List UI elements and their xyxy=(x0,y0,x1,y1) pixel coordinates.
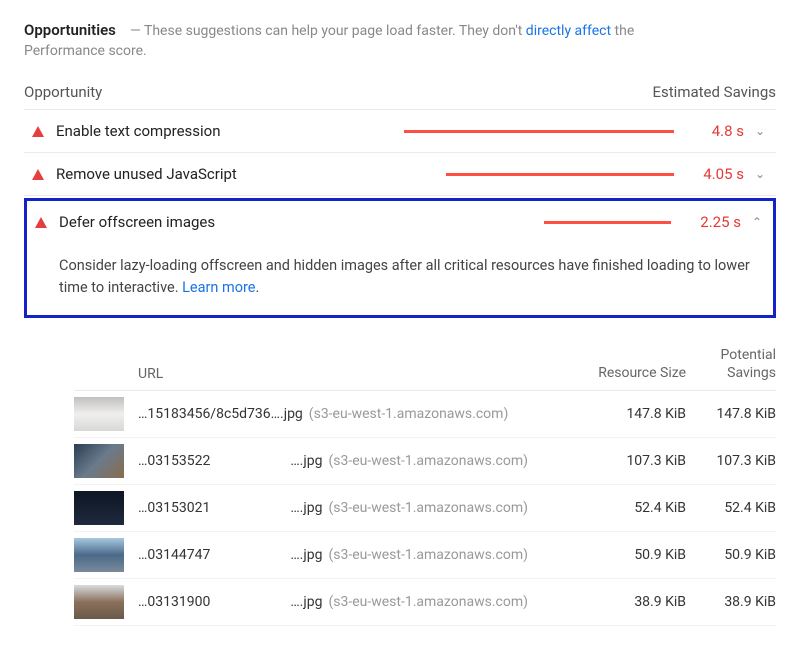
col-savings: Estimated Savings xyxy=(653,83,777,101)
resource-thumbnail xyxy=(74,538,124,572)
resource-savings: 50.9 KiB xyxy=(686,547,776,563)
section-description-cont: Performance score. xyxy=(24,43,776,59)
warning-triangle-icon xyxy=(35,217,47,228)
col-potential-savings: Potential Savings xyxy=(686,346,776,382)
resource-row[interactable]: …03153021….jpg(s3-eu-west-1.amazonaws.co… xyxy=(74,485,776,532)
opportunity-wrapper: Remove unused JavaScript 4.05 s ⌄ xyxy=(24,153,776,196)
resource-thumbnail xyxy=(74,397,124,431)
resource-url: …03144747….jpg(s3-eu-west-1.amazonaws.co… xyxy=(130,547,596,563)
resource-size: 50.9 KiB xyxy=(596,547,686,563)
section-description: — These suggestions can help your page l… xyxy=(130,23,634,39)
resource-size: 147.8 KiB xyxy=(596,406,686,422)
opportunity-wrapper: Enable text compression 4.8 s ⌄ xyxy=(24,110,776,153)
savings-bar xyxy=(446,173,674,176)
resource-host: (s3-eu-west-1.amazonaws.com) xyxy=(328,547,528,563)
col-url: URL xyxy=(130,366,596,382)
resource-url: …15183456/8c5d736….jpg(s3-eu-west-1.amaz… xyxy=(130,406,596,422)
resource-url: …03153021….jpg(s3-eu-west-1.amazonaws.co… xyxy=(130,500,596,516)
resource-savings: 38.9 KiB xyxy=(686,594,776,610)
resource-url: …03131900….jpg(s3-eu-west-1.amazonaws.co… xyxy=(130,594,596,610)
resource-host: (s3-eu-west-1.amazonaws.com) xyxy=(328,453,528,469)
resource-size: 38.9 KiB xyxy=(596,594,686,610)
col-resource-size: Resource Size xyxy=(596,364,686,382)
resource-table: URL Resource Size Potential Savings …151… xyxy=(74,338,776,626)
opportunity-row[interactable]: Remove unused JavaScript 4.05 s ⌄ xyxy=(24,153,776,196)
opportunity-description: Consider lazy-loading offscreen and hidd… xyxy=(27,243,773,315)
warning-triangle-icon xyxy=(32,126,44,137)
savings-bar-track xyxy=(391,221,671,224)
resource-row[interactable]: …03153522….jpg(s3-eu-west-1.amazonaws.co… xyxy=(74,438,776,485)
chevron-down-icon[interactable]: ⌄ xyxy=(752,167,768,181)
savings-bar-track xyxy=(394,173,674,176)
resource-size: 52.4 KiB xyxy=(596,500,686,516)
col-opportunity: Opportunity xyxy=(24,83,102,101)
savings-bar xyxy=(544,221,671,224)
opportunity-highlighted: Defer offscreen images 2.25 s ⌃ Consider la… xyxy=(24,198,776,318)
resource-savings: 52.4 KiB xyxy=(686,500,776,516)
learn-more-link[interactable]: Learn more xyxy=(182,279,255,296)
savings-value: 4.8 s xyxy=(694,122,744,140)
resource-size: 107.3 KiB xyxy=(596,453,686,469)
resource-host: (s3-eu-west-1.amazonaws.com) xyxy=(309,406,509,422)
resource-host: (s3-eu-west-1.amazonaws.com) xyxy=(328,500,528,516)
opportunity-row[interactable]: Enable text compression 4.8 s ⌄ xyxy=(24,110,776,153)
opportunity-name: Defer offscreen images xyxy=(59,213,383,231)
resource-row[interactable]: …03144747….jpg(s3-eu-west-1.amazonaws.co… xyxy=(74,532,776,579)
resource-savings: 147.8 KiB xyxy=(686,406,776,422)
resource-row[interactable]: …15183456/8c5d736….jpg(s3-eu-west-1.amaz… xyxy=(74,391,776,438)
resource-thumbnail xyxy=(74,585,124,619)
resource-savings: 107.3 KiB xyxy=(686,453,776,469)
opportunity-name: Remove unused JavaScript xyxy=(56,165,386,183)
opportunity-name: Enable text compression xyxy=(56,122,386,140)
savings-value: 2.25 s xyxy=(691,213,741,231)
savings-bar-track xyxy=(394,130,674,133)
resource-row[interactable]: …03131900….jpg(s3-eu-west-1.amazonaws.co… xyxy=(74,579,776,626)
directly-affect-link[interactable]: directly affect xyxy=(526,23,611,39)
savings-value: 4.05 s xyxy=(694,165,744,183)
resource-thumbnail xyxy=(74,491,124,525)
warning-triangle-icon xyxy=(32,169,44,180)
chevron-down-icon[interactable]: ⌄ xyxy=(752,124,768,138)
column-headers: Opportunity Estimated Savings xyxy=(24,77,776,110)
opportunity-row[interactable]: Defer offscreen images 2.25 s ⌃ xyxy=(27,201,773,243)
resource-thumbnail xyxy=(74,444,124,478)
resource-header: URL Resource Size Potential Savings xyxy=(74,338,776,391)
resource-host: (s3-eu-west-1.amazonaws.com) xyxy=(328,594,528,610)
chevron-up-icon[interactable]: ⌃ xyxy=(749,215,765,229)
section-title: Opportunities xyxy=(24,21,116,39)
savings-bar xyxy=(404,130,674,133)
resource-url: …03153522….jpg(s3-eu-west-1.amazonaws.co… xyxy=(130,453,596,469)
opportunities-header: Opportunities — These suggestions can he… xyxy=(24,20,776,59)
